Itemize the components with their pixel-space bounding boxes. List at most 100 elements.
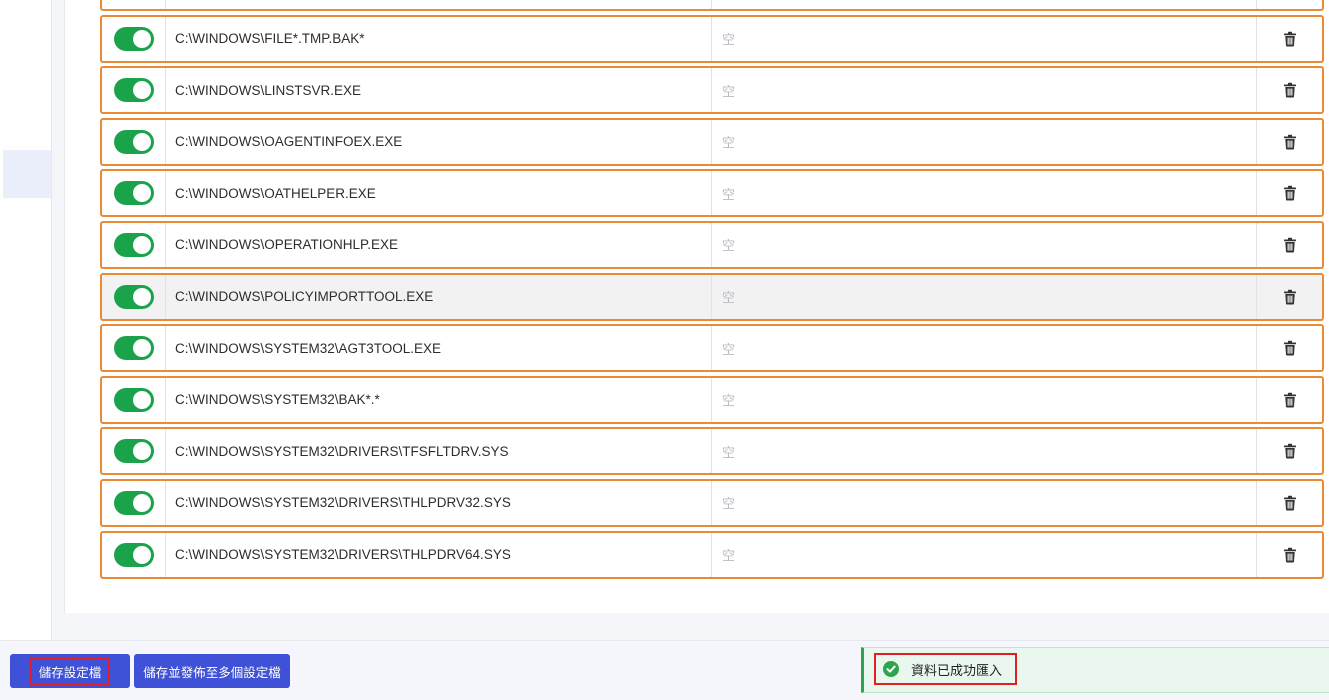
path-text: C:\WINDOWS\SYSTEM32\DRIVERS\THLPDRV64.SY… bbox=[175, 547, 511, 563]
check-circle-icon bbox=[883, 661, 899, 677]
trash-icon[interactable] bbox=[1282, 289, 1298, 305]
action-cell bbox=[1257, 0, 1322, 9]
enable-toggle[interactable] bbox=[113, 490, 154, 515]
sidebar bbox=[0, 0, 52, 640]
trash-icon[interactable] bbox=[1282, 82, 1298, 98]
toggle-knob bbox=[132, 339, 151, 358]
toggle-knob bbox=[132, 493, 151, 512]
toggle-knob bbox=[132, 545, 151, 564]
note-cell: 空 bbox=[712, 429, 1257, 474]
toggle-cell bbox=[102, 532, 166, 577]
enable-toggle[interactable] bbox=[113, 542, 154, 567]
toggle-cell bbox=[102, 16, 166, 61]
toggle-knob bbox=[132, 287, 151, 306]
note-text: 空 bbox=[722, 135, 736, 151]
action-cell bbox=[1257, 68, 1322, 112]
toast-message-box: 資料已成功匯入 bbox=[874, 653, 1017, 685]
path-text: C:\WINDOWS\FILE*.TMP.BAK* bbox=[175, 31, 365, 47]
toggle-knob bbox=[132, 81, 151, 100]
sidebar-item-active[interactable] bbox=[3, 150, 51, 198]
toggle-knob bbox=[132, 132, 151, 151]
enable-toggle[interactable] bbox=[113, 232, 154, 257]
trash-icon[interactable] bbox=[1282, 340, 1298, 356]
enable-toggle[interactable] bbox=[113, 336, 154, 361]
path-cell: C:\WINDOWS\SYSTEM32\BAK*.* bbox=[166, 377, 712, 422]
table-row: C:\WINDOWS\LINSTSVR.EXE 空 bbox=[100, 66, 1324, 115]
path-cell: C:\WINDOWS\FILE*.TMP.BAK* bbox=[166, 16, 712, 61]
path-cell: C:\WINDOWS\SYSTEM32\AGT3TOOL.EXE bbox=[166, 326, 712, 371]
note-cell: 空 bbox=[712, 119, 1257, 164]
note-text: 空 bbox=[722, 186, 736, 202]
trash-icon[interactable] bbox=[1282, 237, 1298, 253]
toggle-cell bbox=[102, 222, 166, 267]
toggle-knob bbox=[132, 29, 151, 48]
note-text: 空 bbox=[722, 32, 736, 48]
toggle-cell bbox=[102, 326, 166, 371]
footer-bar: 儲存設定檔 儲存並發佈至多個設定檔 資料已成功匯入 bbox=[0, 640, 1329, 700]
action-cell bbox=[1257, 326, 1322, 370]
table-row: C:\WINDOWS\SYSTEM32\DRIVERS\THLPDRV64.SY… bbox=[100, 530, 1324, 579]
toggle-knob bbox=[132, 184, 151, 203]
note-text: 空 bbox=[722, 290, 736, 306]
trash-icon[interactable] bbox=[1282, 185, 1298, 201]
note-text: 空 bbox=[722, 238, 736, 254]
enable-toggle[interactable] bbox=[113, 439, 154, 464]
enable-toggle[interactable] bbox=[113, 78, 154, 103]
action-cell bbox=[1257, 120, 1322, 164]
path-cell: C:\WINDOWS\SYSTEM32\DRIVERS\THLPDRV32.SY… bbox=[166, 480, 712, 525]
trash-icon[interactable] bbox=[1282, 495, 1298, 511]
toggle-cell bbox=[102, 171, 166, 216]
toggle-cell bbox=[102, 68, 166, 113]
note-cell bbox=[712, 0, 1257, 9]
table-row: C:\WINDOWS\OATHELPER.EXE 空 bbox=[100, 169, 1324, 218]
path-cell: C:\WINDOWS\POLICYIMPORTTOOL.EXE bbox=[166, 274, 712, 319]
enable-toggle[interactable] bbox=[113, 129, 154, 154]
path-text: C:\WINDOWS\SYSTEM32\AGT3TOOL.EXE bbox=[175, 340, 442, 356]
exclusion-list: C:\WINDOWS\FILE*.TMP.BAK* 空 C:\WINDOWS\L… bbox=[100, 0, 1324, 582]
action-cell bbox=[1257, 378, 1322, 422]
enable-toggle[interactable] bbox=[113, 387, 154, 412]
note-cell: 空 bbox=[712, 222, 1257, 267]
content-bottom-padding bbox=[52, 613, 1329, 640]
path-cell: C:\WINDOWS\OATHELPER.EXE bbox=[166, 171, 712, 216]
path-text: C:\WINDOWS\OAGENTINFOEX.EXE bbox=[175, 134, 403, 150]
action-cell bbox=[1257, 429, 1322, 473]
path-text: C:\WINDOWS\SYSTEM32\BAK*.* bbox=[175, 392, 380, 408]
action-cell bbox=[1257, 481, 1322, 525]
save-profile-button[interactable]: 儲存設定檔 bbox=[10, 654, 130, 688]
note-text: 空 bbox=[722, 341, 736, 357]
enable-toggle[interactable] bbox=[113, 181, 154, 206]
path-text: C:\WINDOWS\SYSTEM32\DRIVERS\TFSFLTDRV.SY… bbox=[175, 443, 509, 459]
trash-icon[interactable] bbox=[1282, 134, 1298, 150]
toggle-cell bbox=[102, 119, 166, 164]
table-row: C:\WINDOWS\SYSTEM32\AGT3TOOL.EXE 空 bbox=[100, 324, 1324, 373]
trash-icon[interactable] bbox=[1282, 547, 1298, 563]
path-text: C:\WINDOWS\POLICYIMPORTTOOL.EXE bbox=[175, 289, 434, 305]
trash-icon[interactable] bbox=[1282, 392, 1298, 408]
path-cell: C:\WINDOWS\SYSTEM32\DRIVERS\THLPDRV64.SY… bbox=[166, 532, 712, 577]
trash-icon[interactable] bbox=[1282, 443, 1298, 459]
toggle-knob bbox=[132, 235, 151, 254]
path-cell: C:\WINDOWS\SYSTEM32\DRIVERS\TFSFLTDRV.SY… bbox=[166, 429, 712, 474]
success-toast: 資料已成功匯入 bbox=[861, 647, 1329, 693]
action-cell bbox=[1257, 533, 1322, 577]
trash-icon[interactable] bbox=[1282, 31, 1298, 47]
action-cell bbox=[1257, 223, 1322, 267]
table-row: C:\WINDOWS\OPERATIONHLP.EXE 空 bbox=[100, 220, 1324, 269]
toast-message: 資料已成功匯入 bbox=[911, 663, 1003, 679]
note-cell: 空 bbox=[712, 274, 1257, 319]
note-cell: 空 bbox=[712, 532, 1257, 577]
enable-toggle[interactable] bbox=[113, 26, 154, 51]
save-and-publish-button[interactable]: 儲存並發佈至多個設定檔 bbox=[134, 654, 290, 688]
table-row bbox=[100, 0, 1324, 11]
app-window: C:\WINDOWS\FILE*.TMP.BAK* 空 C:\WINDOWS\L… bbox=[0, 0, 1329, 700]
table-row: C:\WINDOWS\SYSTEM32\BAK*.* 空 bbox=[100, 375, 1324, 424]
path-cell: C:\WINDOWS\LINSTSVR.EXE bbox=[166, 68, 712, 113]
note-cell: 空 bbox=[712, 377, 1257, 422]
toggle-cell bbox=[102, 480, 166, 525]
content-gutter bbox=[52, 0, 65, 613]
toggle-knob bbox=[132, 442, 151, 461]
enable-toggle[interactable] bbox=[113, 284, 154, 309]
note-text: 空 bbox=[722, 548, 736, 564]
table-row: C:\WINDOWS\OAGENTINFOEX.EXE 空 bbox=[100, 117, 1324, 166]
